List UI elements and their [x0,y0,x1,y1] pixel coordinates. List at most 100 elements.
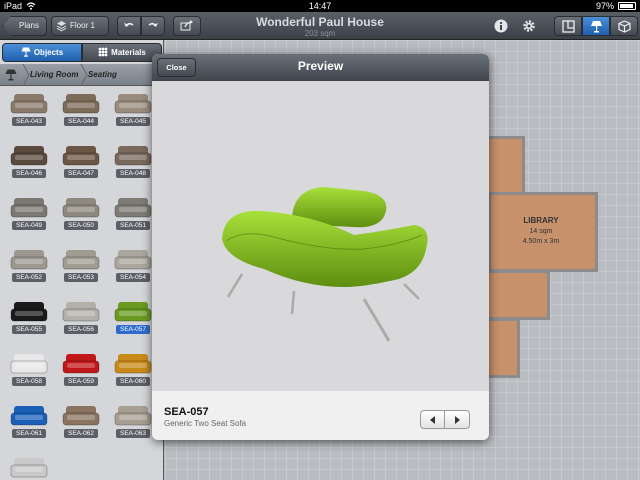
catalog-item[interactable]: SEA-044 [58,88,104,128]
catalog-item-code: SEA-047 [64,169,98,178]
catalog-item[interactable]: SEA-058 [6,348,52,388]
catalog-item-code: SEA-050 [64,221,98,230]
tab-objects[interactable]: Objects [2,43,82,62]
cube-icon [618,20,631,33]
sofa-thumbnail-icon [10,198,48,218]
top-toolbar: Plans Floor 1 Wonderful Paul House 203 s… [0,12,640,40]
triangle-right-icon [455,416,460,424]
sofa-thumbnail-icon [10,146,48,166]
floor-selector-button[interactable]: Floor 1 [51,16,109,36]
status-bar: iPad 14:47 97% [0,0,640,12]
catalog-item[interactable]: SEA-053 [58,244,104,284]
breadcrumb-home[interactable] [0,64,24,86]
catalog-item-code: SEA-061 [12,429,46,438]
breadcrumb-living-room[interactable]: Living Room [30,64,78,86]
redo-icon [148,22,158,27]
preview-header: Close Preview [152,54,489,81]
room-area-label: 14 sqm [529,228,553,235]
catalog-item-code: SEA-063 [116,429,150,438]
catalog-item-code: SEA-044 [64,117,98,126]
sofa-thumbnail-icon [114,406,152,426]
sofa-thumbnail-icon [10,354,48,374]
triangle-left-icon [430,416,435,424]
3d-view-button[interactable] [610,16,638,36]
catalog-item-code: SEA-051 [116,221,150,230]
catalog-item[interactable]: SEA-047 [58,140,104,180]
breadcrumb-seating[interactable]: Seating [88,64,117,86]
room-dimensions-label: 4.50m x 3m [522,238,560,245]
catalog-item[interactable]: SEA-045 [110,88,156,128]
preview-title: Preview [297,59,344,73]
catalog-item[interactable]: SEA-057 [110,296,156,336]
sofa-thumbnail-icon [114,198,152,218]
tab-materials[interactable]: Materials [82,43,162,62]
previous-item-button[interactable] [420,410,445,429]
catalog-item[interactable]: SEA-059 [58,348,104,388]
sofa-thumbnail-icon [10,94,48,114]
battery-icon [618,2,636,10]
sofa-thumbnail-icon [62,250,100,270]
sofa-thumbnail-icon [62,354,100,374]
sofa-thumbnail-icon [114,250,152,270]
battery-percent: 97% [595,1,614,11]
item-code: SEA-057 [164,406,209,418]
lamp-icon [21,47,31,57]
sofa-thumbnail-icon [114,302,152,322]
catalog-item[interactable]: SEA-048 [110,140,156,180]
breadcrumb-separator [80,64,88,86]
share-icon [180,20,193,31]
catalog-item-code: SEA-060 [116,377,150,386]
gear-icon[interactable] [522,19,536,33]
catalog-item[interactable]: SEA-062 [58,400,104,440]
plans-back-button[interactable]: Plans [3,16,47,36]
next-item-button[interactable] [445,410,470,429]
catalog-item-code: SEA-056 [64,325,98,334]
catalog-item[interactable]: SEA-051 [110,192,156,232]
undo-icon [124,22,134,27]
info-icon[interactable] [494,19,508,33]
share-button[interactable] [173,16,201,36]
lamp-icon [5,69,17,81]
catalog-item[interactable]: SEA-061 [6,400,52,440]
preview-dialog: Close Preview SEA-057 Generic Two Seat S… [152,54,489,440]
catalog-item-code: SEA-055 [12,325,46,334]
lamp-icon [591,21,602,33]
undo-button[interactable] [117,16,141,36]
swatches-icon [98,47,108,57]
catalog-item-code: SEA-058 [12,377,46,386]
catalog-item[interactable]: SEA-043 [6,88,52,128]
breadcrumb-separator [22,64,30,86]
sofa-thumbnail-icon [10,406,48,426]
catalog-item-code: SEA-054 [116,273,150,282]
catalog-item-code: SEA-062 [64,429,98,438]
catalog-item[interactable]: SEA-052 [6,244,52,284]
plan-view-button[interactable] [554,16,582,36]
floor-label: Floor 1 [70,21,95,30]
catalog-item[interactable]: SEA-049 [6,192,52,232]
catalog-item-code: SEA-046 [12,169,46,178]
catalog-item[interactable]: SEA-063 [110,400,156,440]
catalog-item[interactable]: SEA-064 [6,452,52,480]
catalog-item[interactable]: SEA-055 [6,296,52,336]
tab-materials-label: Materials [111,48,146,57]
catalog-item-code: SEA-057 [116,325,150,334]
catalog-item-code: SEA-049 [12,221,46,230]
furniture-view-button[interactable] [582,16,610,36]
clock: 14:47 [308,1,332,11]
layers-icon [56,21,67,32]
redo-button[interactable] [141,16,165,36]
catalog-item[interactable]: SEA-060 [110,348,156,388]
catalog-item[interactable]: SEA-046 [6,140,52,180]
catalog-item[interactable]: SEA-054 [110,244,156,284]
sofa-thumbnail-icon [10,302,48,322]
catalog-item[interactable]: SEA-056 [58,296,104,336]
preview-3d-view[interactable] [152,81,489,391]
project-title: Wonderful Paul House [256,15,384,29]
catalog-item[interactable]: SEA-050 [58,192,104,232]
sofa-thumbnail-icon [62,302,100,322]
catalog-item-code: SEA-048 [116,169,150,178]
catalog-item-code: SEA-043 [12,117,46,126]
sofa-preview-image [222,187,428,342]
catalog-item-code: SEA-045 [116,117,150,126]
sofa-thumbnail-icon [62,94,100,114]
